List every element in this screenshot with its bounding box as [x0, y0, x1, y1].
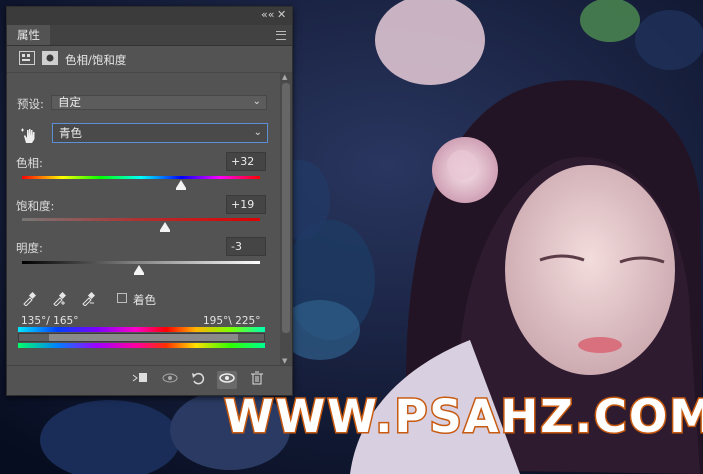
eyedropper-subtract-icon[interactable] [81, 291, 96, 307]
colorize-label: 着色 [133, 293, 156, 307]
panel-scrollbar[interactable]: ▲ ▼ [280, 73, 292, 365]
lightness-value-field[interactable]: -3 [226, 237, 266, 256]
saturation-slider-thumb[interactable] [159, 222, 170, 232]
trash-icon[interactable] [247, 371, 267, 389]
hue-slider-thumb[interactable] [176, 180, 187, 190]
lightness-slider-track[interactable] [22, 261, 260, 264]
close-panel-icon[interactable]: ✕ [277, 8, 286, 21]
range-slider[interactable] [18, 333, 265, 342]
hue-slider-track[interactable] [22, 176, 260, 179]
scrollbar-thumb[interactable] [282, 83, 290, 333]
collapse-panel-icon[interactable]: «« [261, 8, 274, 21]
input-color-bar [18, 327, 265, 332]
saturation-value-field[interactable]: +19 [226, 195, 266, 214]
range-slider-selection[interactable] [49, 334, 238, 341]
chevron-down-icon: ⌄ [253, 127, 262, 138]
preset-value: 自定 [58, 95, 81, 109]
lightness-slider-thumb[interactable] [133, 265, 144, 275]
saturation-label: 饱和度: [16, 199, 55, 213]
output-color-bar [18, 343, 265, 348]
eyedropper-icon[interactable] [22, 291, 37, 307]
visibility-eye-icon[interactable] [217, 371, 237, 389]
preset-select[interactable]: 自定 ⌄ [51, 95, 267, 110]
reset-icon[interactable] [189, 371, 209, 389]
scroll-down-icon[interactable]: ▼ [282, 357, 287, 365]
adjustment-header: 色相/饱和度 [7, 46, 292, 73]
channel-value: 青色 [59, 126, 82, 140]
properties-panel: «« ✕ 属性 色相/饱和度 预设: 自定 ⌄ 青色 ⌄ 色相: +32 饱和度… [6, 6, 293, 396]
watermark-text: WWW.PSAHZ.COM [223, 389, 703, 445]
targeted-adjustment-hand-icon[interactable] [19, 126, 41, 148]
clip-to-layer-icon[interactable] [130, 371, 150, 389]
adjustment-layer-icon[interactable] [19, 51, 35, 65]
saturation-slider-track[interactable] [22, 218, 260, 221]
range-left-degrees: 135°/ 165° [21, 315, 79, 327]
scroll-up-icon[interactable]: ▲ [282, 73, 287, 81]
eyedropper-add-icon[interactable] [52, 291, 67, 307]
hue-value-field[interactable]: +32 [226, 152, 266, 171]
panel-tab-bar: 属性 [7, 25, 292, 46]
hue-label: 色相: [16, 156, 43, 170]
preset-label: 预设: [17, 97, 44, 111]
panel-top-strip: «« ✕ [7, 7, 292, 25]
colorize-checkbox[interactable] [117, 293, 127, 303]
channel-select[interactable]: 青色 ⌄ [52, 123, 268, 143]
lightness-label: 明度: [16, 241, 43, 255]
chevron-down-icon: ⌄ [252, 96, 261, 107]
mask-icon[interactable] [42, 51, 58, 65]
panel-menu-icon[interactable] [276, 31, 286, 40]
adjustment-title: 色相/饱和度 [65, 53, 127, 67]
view-previous-icon[interactable] [160, 371, 180, 389]
range-right-degrees: 195°\ 225° [203, 315, 261, 327]
tab-properties[interactable]: 属性 [7, 25, 50, 45]
